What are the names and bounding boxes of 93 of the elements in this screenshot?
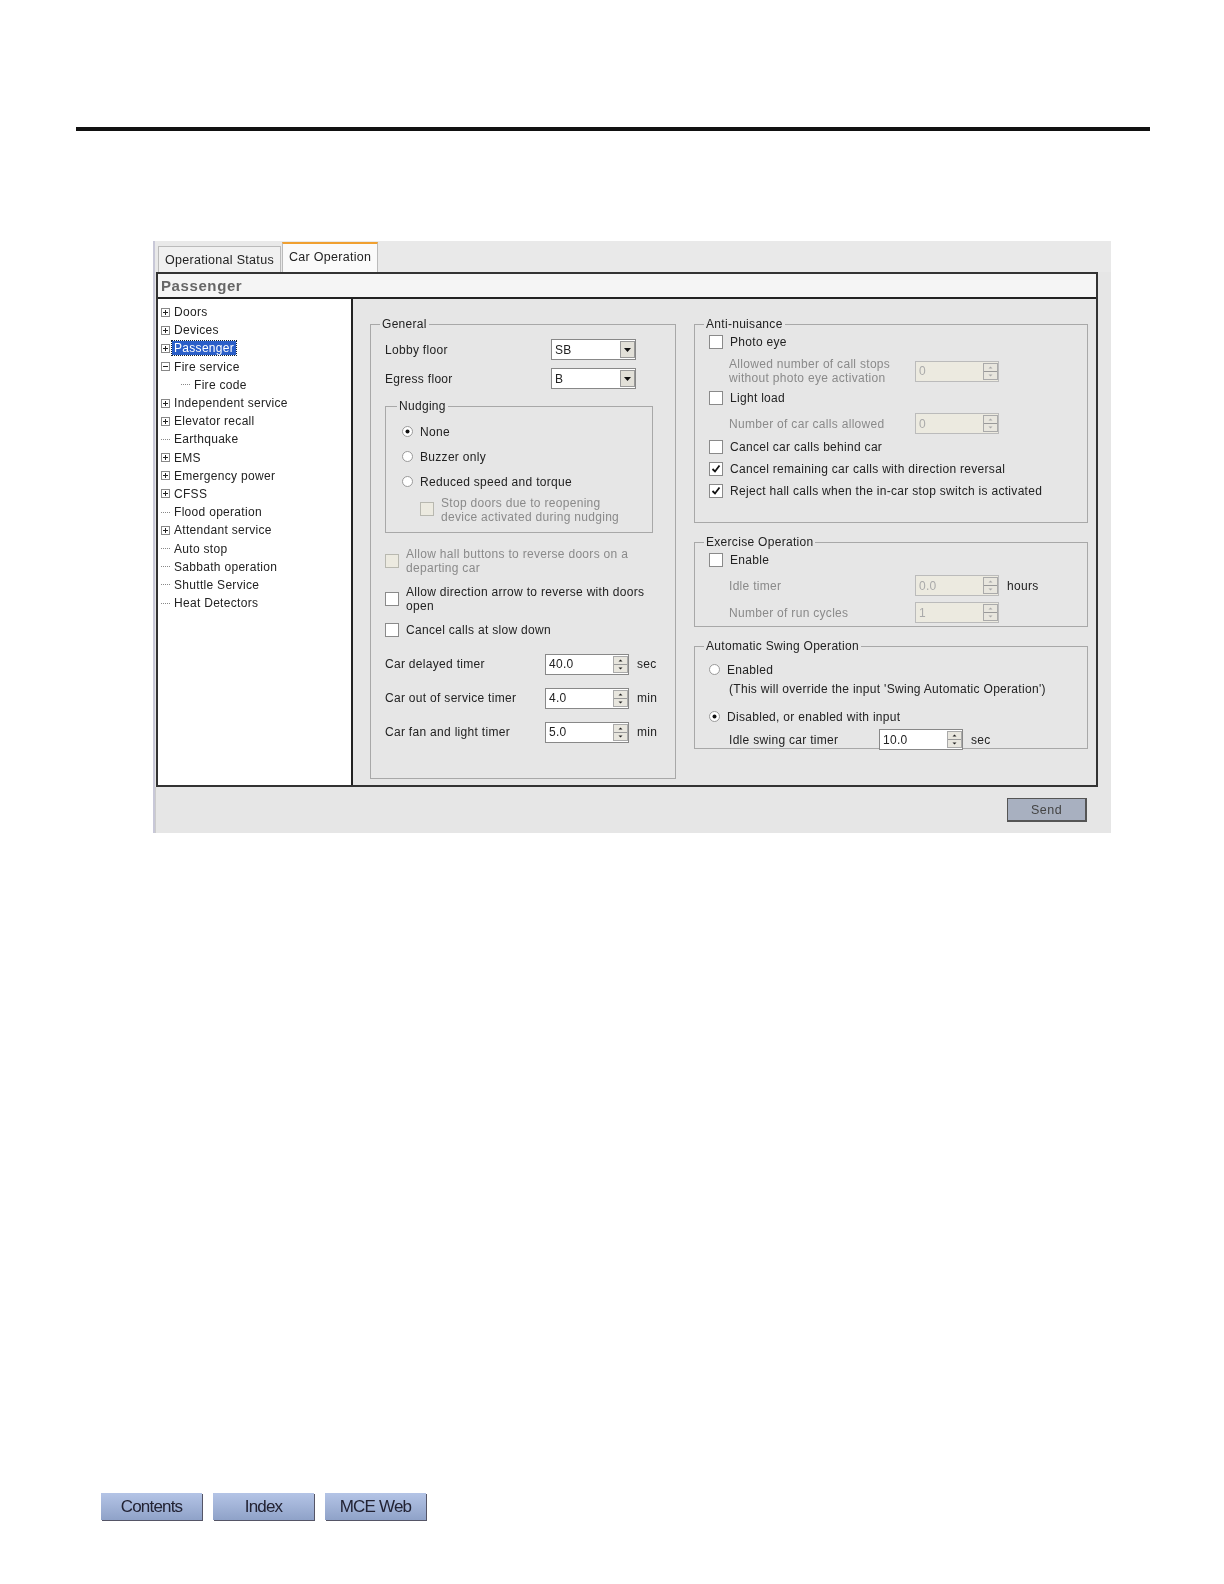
radio-button[interactable]: [402, 426, 413, 437]
radio-button[interactable]: [709, 664, 720, 675]
radio-button[interactable]: [402, 451, 413, 462]
spinner-arrows-icon[interactable]: [613, 655, 628, 673]
checkbox[interactable]: [385, 623, 399, 637]
checkbox[interactable]: [709, 553, 723, 567]
tree-item[interactable]: Fire service: [172, 359, 242, 374]
tree-item[interactable]: Elevator recall: [172, 414, 257, 429]
field-label: Number of car calls allowed: [729, 416, 886, 431]
tree-item[interactable]: Earthquake: [172, 432, 241, 447]
group-title: General: [381, 317, 428, 331]
field-label: Idle swing car timer: [729, 732, 840, 747]
expand-icon[interactable]: [161, 525, 170, 535]
field-label: Idle timer: [729, 578, 783, 593]
checkbox[interactable]: [709, 484, 723, 498]
checkbox-label: Cancel car calls behind car: [730, 440, 883, 454]
spinner-field[interactable]: 5.0: [545, 721, 629, 743]
field-label: Egress floor: [385, 371, 454, 386]
checkbox-label: Enable: [730, 553, 770, 567]
radio-label: None: [420, 424, 450, 439]
spinner-field[interactable]: 10.0: [879, 729, 963, 750]
expand-icon[interactable]: [161, 343, 170, 353]
tree-item[interactable]: Emergency power: [172, 468, 278, 483]
tree-item[interactable]: Auto stop: [172, 541, 230, 556]
tree-item[interactable]: Doors: [172, 305, 210, 320]
tree-item[interactable]: Fire code: [192, 377, 249, 392]
checkbox-label: Allow direction arrow to reverse with doors open: [406, 585, 646, 613]
checkbox[interactable]: [385, 592, 399, 606]
tree-item[interactable]: CFSS: [172, 486, 210, 501]
tree-item[interactable]: Heat Detectors: [172, 596, 261, 611]
checkbox[interactable]: [709, 391, 723, 405]
field-label: Lobby floor: [385, 342, 449, 357]
checkbox-label: Cancel calls at slow down: [406, 623, 551, 637]
radio-button[interactable]: [709, 711, 720, 722]
unit-label: min: [637, 691, 658, 705]
dropdown[interactable]: B: [551, 368, 636, 389]
field-label: Car out of service timer: [385, 691, 518, 705]
expand-icon[interactable]: [161, 489, 170, 499]
expand-icon[interactable]: [161, 325, 170, 335]
radio-label: Buzzer only: [420, 449, 486, 464]
checkbox-label: Photo eye: [730, 335, 787, 349]
field-label: Allowed number of call stops without photo eye activation: [729, 357, 892, 385]
unit-label: min: [637, 725, 658, 739]
unit-label: sec: [971, 732, 991, 747]
expand-icon[interactable]: [161, 453, 170, 463]
expand-icon[interactable]: [161, 307, 170, 317]
spinner-field[interactable]: 40.0: [545, 653, 629, 675]
radio-label: Disabled, or enabled with input: [727, 709, 901, 724]
note-text: (This will override the input 'Swing Automatic Operation'): [728, 682, 1047, 696]
tab[interactable]: Operational Status: [158, 246, 281, 272]
radio-button[interactable]: [402, 476, 413, 487]
collapse-icon[interactable]: [161, 362, 170, 372]
spinner-field[interactable]: 4.0: [545, 687, 629, 709]
tree-item[interactable]: Independent service: [172, 396, 290, 411]
field-label: Number of run cycles: [729, 605, 850, 620]
checkbox-label: Reject hall calls when the in-car stop switch is activated: [730, 484, 1043, 498]
tree-item[interactable]: Attendant service: [172, 523, 274, 538]
spinner-arrows-icon[interactable]: [613, 689, 628, 707]
field-label: Car fan and light timer: [385, 725, 511, 739]
checkbox[interactable]: [709, 462, 723, 476]
panel-title: Passenger: [158, 274, 1096, 299]
tree-item[interactable]: Flood operation: [172, 505, 264, 520]
spinner-arrows-icon[interactable]: [613, 723, 628, 741]
tree-item[interactable]: Devices: [172, 323, 221, 338]
nav-button[interactable]: MCE Web: [325, 1493, 426, 1520]
group-title: Automatic Swing Operation: [705, 639, 860, 653]
unit-label: sec: [637, 657, 657, 671]
nav-button[interactable]: Contents: [101, 1493, 202, 1520]
tree-item[interactable]: Passenger: [172, 341, 237, 356]
tab[interactable]: Car Operation: [281, 242, 379, 272]
checkbox[interactable]: [709, 335, 723, 349]
radio-label: Reduced speed and torque: [420, 474, 572, 489]
checkbox-label: Cancel remaining car calls with direction reversal: [730, 462, 1006, 476]
tree-item[interactable]: Shuttle Service: [172, 577, 262, 592]
group-title: Exercise Operation: [705, 535, 815, 549]
nav-button[interactable]: Index: [213, 1493, 314, 1520]
field-label: Car delayed timer: [385, 657, 486, 671]
checkbox[interactable]: [709, 440, 723, 454]
checkbox-label: Allow hall buttons to reverse doors on a departing car: [406, 547, 630, 575]
tree-item[interactable]: EMS: [172, 450, 203, 465]
expand-icon[interactable]: [161, 416, 170, 426]
checkbox-label: Light load: [730, 391, 786, 405]
radio-label: Enabled: [727, 662, 774, 677]
checkbox-label: Stop doors due to reopening device activated during nudging: [441, 496, 621, 524]
group-title: Anti-nuisance: [705, 317, 784, 331]
tree-item[interactable]: Sabbath operation: [172, 559, 280, 574]
dropdown[interactable]: SB: [551, 339, 636, 360]
group-title: Nudging: [398, 399, 447, 413]
expand-icon[interactable]: [161, 398, 170, 408]
unit-label: hours: [1007, 578, 1039, 593]
send-button[interactable]: Send: [1007, 798, 1087, 822]
expand-icon[interactable]: [161, 471, 170, 481]
spinner-arrows-icon[interactable]: [947, 731, 962, 748]
